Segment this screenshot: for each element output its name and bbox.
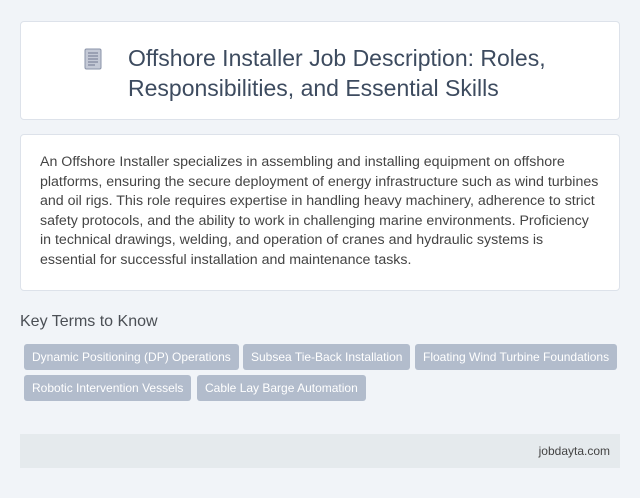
- key-term-tag[interactable]: Cable Lay Barge Automation: [197, 375, 366, 401]
- job-description-text: An Offshore Installer specializes in ass…: [40, 154, 599, 268]
- key-terms-heading: Key Terms to Know: [20, 313, 158, 330]
- key-term-tag[interactable]: Floating Wind Turbine Foundations: [415, 344, 618, 370]
- page-title: Offshore Installer Job Description: Role…: [128, 45, 546, 101]
- document-icon: [84, 48, 102, 70]
- footer-bar: jobdayta.com: [20, 434, 620, 468]
- key-term-tag[interactable]: Subsea Tie-Back Installation: [243, 344, 411, 370]
- key-term-tag[interactable]: Dynamic Positioning (DP) Operations: [24, 344, 239, 370]
- key-term-tag[interactable]: Robotic Intervention Vessels: [24, 375, 192, 401]
- footer-site-link[interactable]: jobdayta.com: [539, 434, 610, 468]
